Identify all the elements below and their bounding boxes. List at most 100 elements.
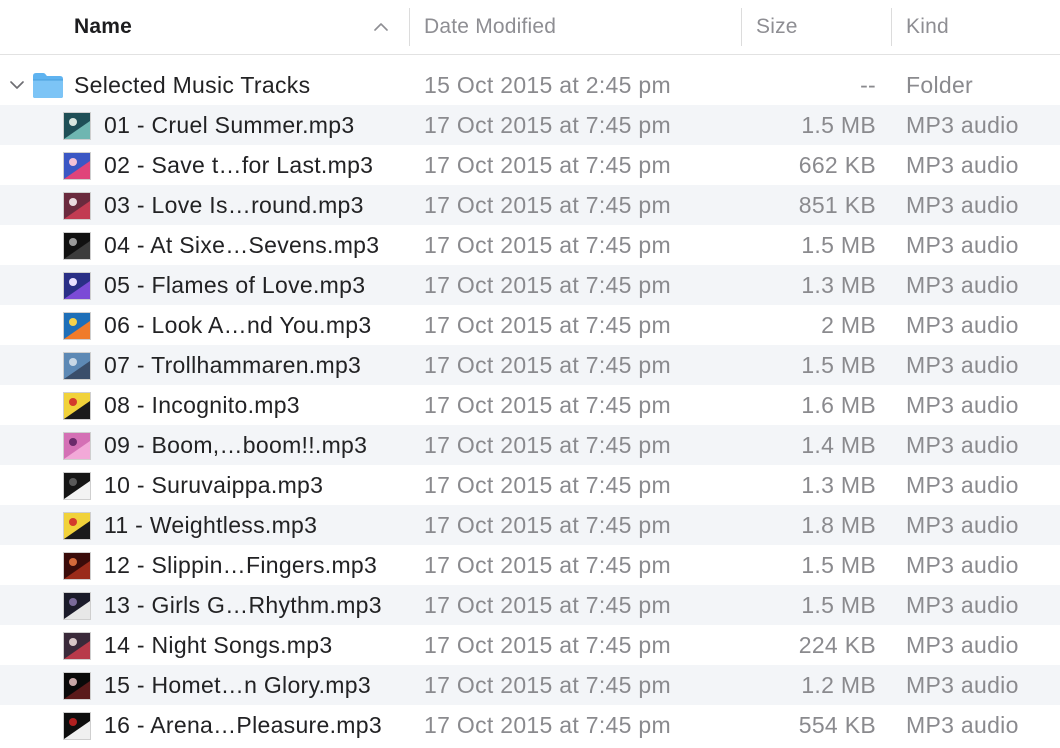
file-kind: MP3 audio: [906, 112, 1019, 138]
file-date-modified: 17 Oct 2015 at 7:45 pm: [424, 432, 671, 458]
file-date-modified: 17 Oct 2015 at 7:45 pm: [424, 112, 671, 138]
file-row[interactable]: 05 - Flames of Love.mp3 17 Oct 2015 at 7:…: [0, 265, 1060, 305]
file-kind: MP3 audio: [906, 552, 1019, 578]
file-kind: MP3 audio: [906, 152, 1019, 178]
file-date-modified: 17 Oct 2015 at 7:45 pm: [424, 352, 671, 378]
album-art-icon: [63, 552, 91, 580]
column-divider[interactable]: [409, 8, 410, 46]
file-name: 01 - Cruel Summer.mp3: [104, 112, 355, 138]
file-kind: MP3 audio: [906, 272, 1019, 298]
file-size: 1.3 MB: [801, 272, 876, 298]
column-divider[interactable]: [891, 8, 892, 46]
file-kind: MP3 audio: [906, 632, 1019, 658]
album-art-icon: [63, 392, 91, 420]
album-art-icon: [63, 432, 91, 460]
file-kind: MP3 audio: [906, 672, 1019, 698]
file-row[interactable]: 09 - Boom,…boom!!.mp3 17 Oct 2015 at 7:45…: [0, 425, 1060, 465]
file-row[interactable]: 14 - Night Songs.mp3 17 Oct 2015 at 7:45 …: [0, 625, 1060, 665]
file-name: 02 - Save t…for Last.mp3: [104, 152, 374, 178]
file-size: 1.5 MB: [801, 552, 876, 578]
finder-list-view: Name Date Modified Size Kind Selected Mu…: [0, 0, 1060, 748]
file-kind: MP3 audio: [906, 312, 1019, 338]
column-divider[interactable]: [741, 8, 742, 46]
folder-kind: Folder: [906, 72, 973, 98]
column-header-kind[interactable]: Kind: [906, 0, 1056, 54]
file-size: 1.5 MB: [801, 592, 876, 618]
file-size: 554 KB: [798, 712, 876, 738]
file-name: 16 - Arena…Pleasure.mp3: [104, 712, 382, 738]
file-kind: MP3 audio: [906, 592, 1019, 618]
file-size: 1.3 MB: [801, 472, 876, 498]
file-kind: MP3 audio: [906, 712, 1019, 738]
file-date-modified: 17 Oct 2015 at 7:45 pm: [424, 672, 671, 698]
file-name: 03 - Love Is…round.mp3: [104, 192, 364, 218]
file-row[interactable]: 11 - Weightless.mp3 17 Oct 2015 at 7:45 p…: [0, 505, 1060, 545]
column-header-date-modified[interactable]: Date Modified: [424, 0, 724, 54]
file-date-modified: 17 Oct 2015 at 7:45 pm: [424, 472, 671, 498]
file-row[interactable]: 10 - Suruvaippa.mp3 17 Oct 2015 at 7:45 p…: [0, 465, 1060, 505]
file-name: 09 - Boom,…boom!!.mp3: [104, 432, 368, 458]
file-size: 851 KB: [798, 192, 876, 218]
file-size: 1.8 MB: [801, 512, 876, 538]
album-art-icon: [63, 232, 91, 260]
file-name: 15 - Homet…n Glory.mp3: [104, 672, 371, 698]
album-art-icon: [63, 672, 91, 700]
album-art-icon: [63, 512, 91, 540]
file-name: 04 - At Sixe…Sevens.mp3: [104, 232, 380, 258]
file-size: 2 MB: [821, 312, 876, 338]
file-date-modified: 17 Oct 2015 at 7:45 pm: [424, 712, 671, 738]
file-kind: MP3 audio: [906, 432, 1019, 458]
file-date-modified: 17 Oct 2015 at 7:45 pm: [424, 552, 671, 578]
file-name: 11 - Weightless.mp3: [104, 512, 318, 538]
file-row[interactable]: 07 - Trollhammaren.mp3 17 Oct 2015 at 7:4…: [0, 345, 1060, 385]
album-art-icon: [63, 152, 91, 180]
album-art-icon: [63, 472, 91, 500]
file-size: 1.5 MB: [801, 232, 876, 258]
file-row[interactable]: 02 - Save t…for Last.mp3 17 Oct 2015 at 7…: [0, 145, 1060, 185]
column-header-name[interactable]: Name: [74, 0, 404, 54]
file-kind: MP3 audio: [906, 472, 1019, 498]
column-header-size[interactable]: Size: [756, 0, 876, 54]
column-header: Name Date Modified Size Kind: [0, 0, 1060, 55]
file-size: 1.4 MB: [801, 432, 876, 458]
file-row[interactable]: 03 - Love Is…round.mp3 17 Oct 2015 at 7:4…: [0, 185, 1060, 225]
file-date-modified: 17 Oct 2015 at 7:45 pm: [424, 192, 671, 218]
file-row[interactable]: 01 - Cruel Summer.mp3 17 Oct 2015 at 7:45…: [0, 105, 1060, 145]
file-row[interactable]: 12 - Slippin…Fingers.mp3 17 Oct 2015 at 7…: [0, 545, 1060, 585]
chevron-up-icon[interactable]: [372, 18, 390, 36]
folder-size: --: [860, 72, 876, 98]
file-name: 13 - Girls G…Rhythm.mp3: [104, 592, 382, 618]
file-list: Selected Music Tracks 15 Oct 2015 at 2:4…: [0, 65, 1060, 745]
file-kind: MP3 audio: [906, 232, 1019, 258]
file-date-modified: 17 Oct 2015 at 7:45 pm: [424, 392, 671, 418]
file-row[interactable]: 08 - Incognito.mp3 17 Oct 2015 at 7:45 pm…: [0, 385, 1060, 425]
file-kind: MP3 audio: [906, 392, 1019, 418]
file-name: 14 - Night Songs.mp3: [104, 632, 333, 658]
file-date-modified: 17 Oct 2015 at 7:45 pm: [424, 312, 671, 338]
folder-name: Selected Music Tracks: [74, 72, 311, 98]
album-art-icon: [63, 192, 91, 220]
chevron-down-icon[interactable]: [9, 78, 25, 92]
file-kind: MP3 audio: [906, 192, 1019, 218]
file-date-modified: 17 Oct 2015 at 7:45 pm: [424, 152, 671, 178]
file-row[interactable]: 06 - Look A…nd You.mp3 17 Oct 2015 at 7:4…: [0, 305, 1060, 345]
file-row[interactable]: 13 - Girls G…Rhythm.mp3 17 Oct 2015 at 7:…: [0, 585, 1060, 625]
file-kind: MP3 audio: [906, 512, 1019, 538]
album-art-icon: [63, 112, 91, 140]
file-name: 07 - Trollhammaren.mp3: [104, 352, 362, 378]
file-name: 08 - Incognito.mp3: [104, 392, 300, 418]
file-size: 1.5 MB: [801, 112, 876, 138]
file-date-modified: 17 Oct 2015 at 7:45 pm: [424, 272, 671, 298]
file-row[interactable]: 04 - At Sixe…Sevens.mp3 17 Oct 2015 at 7:…: [0, 225, 1060, 265]
file-row[interactable]: 16 - Arena…Pleasure.mp3 17 Oct 2015 at 7:…: [0, 705, 1060, 745]
file-size: 1.6 MB: [801, 392, 876, 418]
file-date-modified: 17 Oct 2015 at 7:45 pm: [424, 632, 671, 658]
file-name: 06 - Look A…nd You.mp3: [104, 312, 372, 338]
file-row[interactable]: 15 - Homet…n Glory.mp3 17 Oct 2015 at 7:4…: [0, 665, 1060, 705]
album-art-icon: [63, 352, 91, 380]
album-art-icon: [63, 272, 91, 300]
folder-row[interactable]: Selected Music Tracks 15 Oct 2015 at 2:4…: [0, 65, 1060, 105]
file-size: 1.5 MB: [801, 352, 876, 378]
file-date-modified: 17 Oct 2015 at 7:45 pm: [424, 232, 671, 258]
file-date-modified: 17 Oct 2015 at 7:45 pm: [424, 512, 671, 538]
